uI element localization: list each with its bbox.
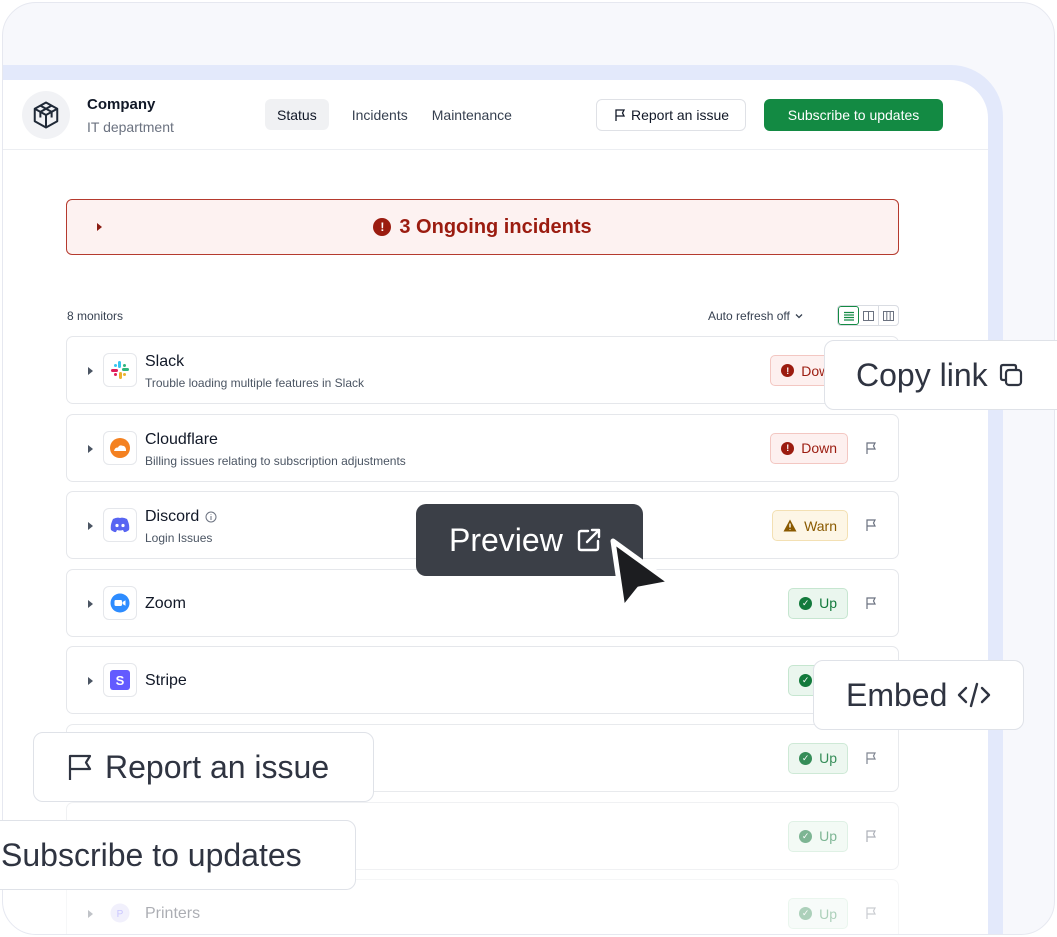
check-icon: ✓	[799, 829, 813, 843]
monitor-name: Cloudflare	[145, 430, 218, 448]
flag-icon[interactable]	[864, 441, 878, 455]
monitor-description: Trouble loading multiple features in Sla…	[145, 376, 365, 390]
incidents-banner[interactable]: ! 3 Ongoing incidents	[66, 199, 899, 255]
svg-text:S: S	[116, 673, 125, 688]
flag-icon[interactable]	[864, 906, 878, 920]
monitor-name: Stripe	[145, 672, 187, 690]
monitor-row-slack[interactable]: Slack Trouble loading multiple features …	[66, 336, 899, 404]
subscribe-callout[interactable]: Subscribe to updates	[0, 820, 356, 890]
embed-label: Embed	[846, 676, 948, 713]
flag-icon	[68, 754, 92, 780]
slack-icon	[103, 353, 137, 387]
expand-caret-icon	[88, 599, 93, 608]
nav-maintenance[interactable]: Maintenance	[420, 99, 524, 130]
status-label: Up	[819, 828, 837, 845]
cloudflare-icon	[103, 430, 137, 465]
info-icon[interactable]	[205, 511, 217, 523]
code-icon	[958, 682, 991, 708]
flag-icon	[615, 109, 626, 121]
copy-icon	[999, 363, 1022, 387]
warning-icon	[783, 519, 797, 532]
monitor-name-wrap: Discord	[145, 508, 217, 526]
header: Company IT department Status Incidents M…	[3, 80, 988, 150]
expand-caret-icon	[88, 677, 93, 686]
subscribe-button[interactable]: Subscribe to updates	[764, 99, 943, 131]
monitor-row-cloudflare[interactable]: Cloudflare Billing issues relating to su…	[66, 413, 899, 482]
alert-icon: !	[781, 441, 795, 455]
expand-caret-icon	[88, 522, 93, 531]
flag-icon[interactable]	[864, 596, 878, 610]
flag-icon[interactable]	[864, 751, 878, 765]
embed-button[interactable]: Embed	[813, 660, 1024, 730]
svg-text:P: P	[117, 909, 124, 920]
department-name: IT department	[87, 119, 174, 135]
status-badge: ✓ Up	[788, 820, 848, 852]
expand-caret-icon	[88, 910, 93, 919]
cube-logo-icon	[22, 91, 70, 139]
monitor-description: Login Issues	[145, 531, 213, 546]
status-label: Up	[819, 595, 837, 612]
auto-refresh-label: Auto refresh off	[708, 309, 790, 323]
two-column-view-icon[interactable]	[859, 306, 879, 325]
main-nav: Status Incidents Maintenance	[265, 99, 524, 130]
view-toggle	[837, 305, 899, 326]
check-icon: ✓	[799, 596, 813, 610]
monitor-row-stripe[interactable]: S Stripe ✓ Up	[66, 646, 899, 715]
monitor-name: Discord	[145, 508, 200, 526]
stripe-icon: S	[103, 663, 137, 698]
status-label: Down	[801, 440, 837, 457]
monitor-description: Billing issues relating to subscription …	[145, 453, 406, 468]
flag-icon[interactable]	[864, 518, 878, 532]
monitor-count: 8 monitors	[67, 309, 124, 323]
list-view-icon[interactable]	[838, 306, 859, 325]
status-badge: ✓ Up	[788, 587, 848, 619]
incidents-count-label: 3 Ongoing incidents	[399, 215, 592, 238]
printers-icon: P	[103, 896, 137, 931]
nav-status[interactable]: Status	[265, 99, 329, 130]
check-icon: ✓	[799, 674, 813, 688]
zoom-icon	[103, 585, 137, 620]
report-issue-callout-label: Report an issue	[105, 748, 330, 785]
report-issue-button[interactable]: Report an issue	[596, 99, 746, 131]
report-issue-label: Report an issue	[630, 107, 730, 123]
banner-content: ! 3 Ongoing incidents	[373, 215, 592, 239]
expand-caret-icon	[97, 223, 102, 231]
auto-refresh-dropdown[interactable]: Auto refresh off	[708, 309, 804, 323]
company-name: Company	[87, 96, 156, 113]
check-icon: ✓	[799, 751, 813, 765]
chevron-down-icon	[795, 314, 803, 319]
nav-incidents[interactable]: Incidents	[340, 99, 420, 130]
copy-link-label: Copy link	[856, 356, 988, 393]
external-link-icon	[577, 528, 601, 552]
status-label: Up	[819, 905, 837, 922]
mouse-cursor-icon	[610, 538, 674, 612]
three-column-view-icon[interactable]	[879, 306, 898, 325]
monitor-name: Zoom	[145, 594, 186, 612]
expand-caret-icon	[88, 444, 93, 453]
check-icon: ✓	[799, 907, 813, 921]
flag-icon[interactable]	[864, 829, 878, 843]
status-badge: ! Down	[770, 432, 848, 464]
alert-icon: !	[373, 218, 392, 236]
report-issue-callout[interactable]: Report an issue	[33, 732, 374, 802]
monitor-name: Printers	[145, 905, 201, 923]
expand-caret-icon	[88, 367, 93, 375]
monitor-name: Slack	[145, 353, 185, 370]
monitor-row-zoom[interactable]: Zoom ✓ Up	[66, 568, 899, 637]
subscribe-callout-label: Subscribe to updates	[1, 836, 302, 873]
status-badge: ✓ Up	[788, 742, 848, 774]
status-badge: Warn	[772, 510, 848, 542]
discord-icon	[103, 508, 137, 543]
preview-label: Preview	[449, 521, 563, 558]
status-badge: ✓ Up	[788, 898, 848, 930]
copy-link-button[interactable]: Copy link	[824, 340, 1057, 410]
status-label: Up	[819, 750, 837, 767]
alert-icon: !	[781, 364, 795, 377]
status-label: Warn	[804, 517, 837, 534]
